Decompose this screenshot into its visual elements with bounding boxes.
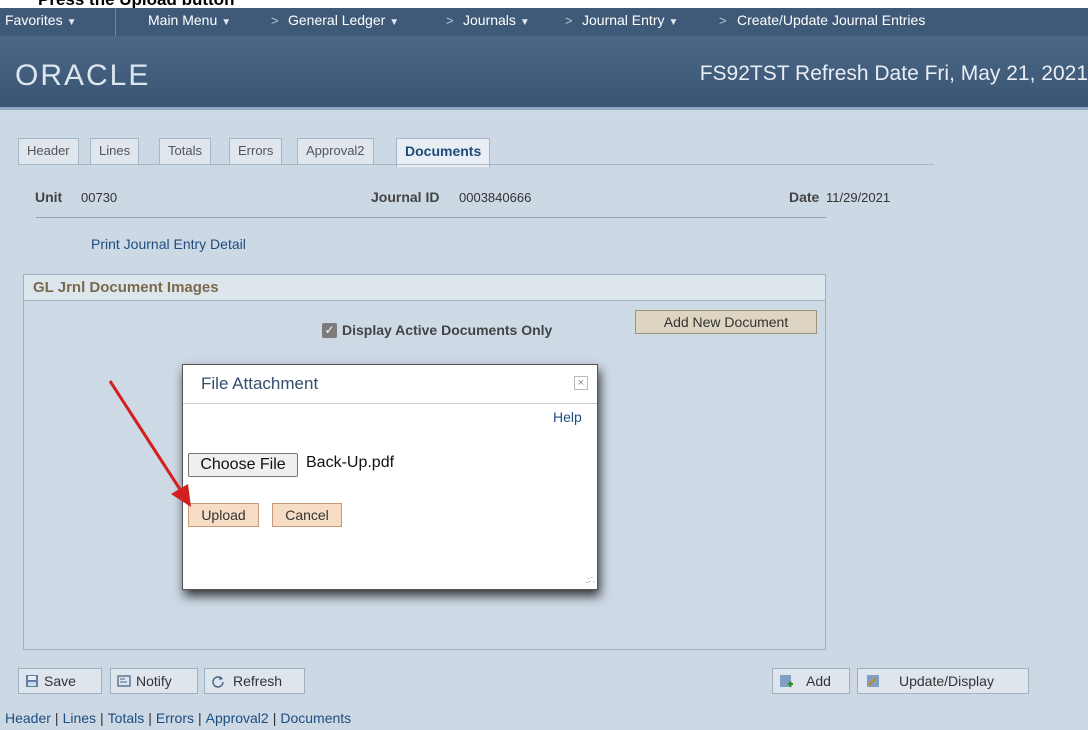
footer-link-errors[interactable]: Errors bbox=[156, 710, 194, 726]
update-display-button[interactable]: Update/Display bbox=[857, 668, 1029, 694]
footer-separator: | bbox=[100, 710, 104, 726]
add-icon bbox=[780, 675, 793, 687]
footer-link-totals[interactable]: Totals bbox=[108, 710, 145, 726]
favorites-menu[interactable]: Favorites ▼ bbox=[5, 12, 76, 28]
save-icon bbox=[26, 675, 38, 687]
checkbox-label: Display Active Documents Only bbox=[342, 322, 553, 338]
tab-header[interactable]: Header bbox=[18, 138, 79, 165]
add-new-document-button[interactable]: Add New Document bbox=[635, 310, 817, 334]
instruction-text: Press the Upload button bbox=[38, 0, 234, 8]
brand-header: ORACLE FS92TST Refresh Date Fri, May 21,… bbox=[0, 36, 1088, 110]
oracle-logo: ORACLE bbox=[15, 59, 151, 92]
journal-id-label: Journal ID bbox=[371, 189, 440, 205]
refresh-button[interactable]: Refresh bbox=[204, 668, 305, 694]
chevron-down-icon: ▼ bbox=[221, 17, 232, 28]
tab-documents[interactable]: Documents bbox=[396, 138, 491, 167]
chevron-down-icon: ▼ bbox=[519, 17, 530, 28]
unit-value: 00730 bbox=[81, 190, 118, 205]
header-divider bbox=[36, 217, 826, 218]
footer-separator: | bbox=[54, 710, 59, 726]
choose-file-button[interactable]: Choose File bbox=[188, 453, 298, 477]
date-value: 11/29/2021 bbox=[826, 190, 891, 205]
chevron-down-icon: ▼ bbox=[66, 17, 77, 28]
save-label: Save bbox=[44, 673, 76, 689]
help-link[interactable]: Help bbox=[553, 409, 582, 425]
close-icon[interactable]: × bbox=[574, 376, 588, 390]
breadcrumb-separator-icon: > bbox=[271, 13, 279, 28]
notify-label: Notify bbox=[136, 673, 172, 689]
dialog-divider bbox=[183, 403, 597, 404]
breadcrumb-journals[interactable]: Journals ▼ bbox=[463, 12, 530, 28]
tab-totals[interactable]: Totals bbox=[159, 138, 211, 165]
breadcrumb-separator-icon: > bbox=[446, 13, 454, 28]
cancel-button[interactable]: Cancel bbox=[272, 503, 342, 527]
footer-link-approval2[interactable]: Approval2 bbox=[206, 710, 269, 726]
footer-separator: | bbox=[148, 710, 152, 726]
breadcrumb-label: Create/Update Journal Entries bbox=[737, 12, 926, 28]
tab-approval2[interactable]: Approval2 bbox=[297, 138, 374, 165]
breadcrumb-separator-icon: > bbox=[719, 13, 727, 28]
journal-id-value: 0003840666 bbox=[459, 190, 532, 205]
nav-divider bbox=[115, 8, 116, 36]
main-menu[interactable]: Main Menu ▼ bbox=[148, 12, 231, 28]
refresh-icon bbox=[212, 676, 224, 688]
breadcrumb-general-ledger[interactable]: General Ledger ▼ bbox=[288, 12, 399, 28]
upload-button[interactable]: Upload bbox=[188, 503, 259, 527]
tab-errors[interactable]: Errors bbox=[229, 138, 283, 165]
breadcrumb-label: Journals bbox=[463, 12, 516, 28]
top-instruction-clip: Press the Upload button bbox=[0, 0, 1088, 8]
add-button[interactable]: Add bbox=[772, 668, 850, 694]
footer-tab-links: Header | Lines | Totals | Errors | Approval2 | Doc… bbox=[5, 710, 351, 726]
group-title: GL Jrnl Document Images bbox=[33, 279, 219, 296]
refresh-label: Refresh bbox=[233, 673, 283, 689]
chevron-down-icon: ▼ bbox=[389, 17, 400, 28]
footer-link-lines[interactable]: Lines bbox=[63, 710, 96, 726]
breadcrumb-label: General Ledger bbox=[288, 12, 386, 28]
notify-button[interactable]: Notify bbox=[110, 668, 198, 694]
save-button[interactable]: Save bbox=[18, 668, 102, 694]
update-display-icon bbox=[867, 675, 879, 687]
update-display-label: Update/Display bbox=[899, 673, 994, 689]
favorites-label: Favorites bbox=[5, 12, 63, 28]
breadcrumb-create-update[interactable]: Create/Update Journal Entries bbox=[737, 12, 925, 28]
date-label: Date bbox=[789, 189, 820, 205]
footer-separator: | bbox=[198, 710, 202, 726]
breadcrumb-label: Journal Entry bbox=[582, 12, 665, 28]
selected-file-name: Back-Up.pdf bbox=[306, 454, 395, 471]
resize-grip-icon[interactable]: .:∴ bbox=[585, 575, 595, 586]
tab-lines[interactable]: Lines bbox=[90, 138, 140, 165]
breadcrumb-separator-icon: > bbox=[565, 13, 573, 28]
nav-bar: Favorites ▼ Main Menu ▼ > General Ledger ▼ … bbox=[0, 8, 1088, 36]
environment-label: FS92TST Refresh Date Fri, May 21, 2021 bbox=[699, 62, 1088, 85]
notify-icon bbox=[117, 675, 131, 687]
add-label: Add bbox=[806, 673, 831, 689]
footer-link-header[interactable]: Header bbox=[5, 710, 51, 726]
dialog-title: File Attachment bbox=[201, 374, 319, 393]
breadcrumb-journal-entry[interactable]: Journal Entry ▼ bbox=[582, 12, 678, 28]
file-attachment-dialog: File Attachment × Help Choose File Back-… bbox=[182, 364, 598, 590]
group-header: GL Jrnl Document Images bbox=[24, 275, 825, 301]
unit-label: Unit bbox=[35, 189, 63, 205]
footer-link-documents[interactable]: Documents bbox=[280, 710, 351, 726]
main-menu-label: Main Menu bbox=[148, 12, 218, 28]
checkbox-checked-icon[interactable]: ✓ bbox=[322, 323, 337, 338]
chevron-down-icon: ▼ bbox=[668, 17, 679, 28]
print-journal-link[interactable]: Print Journal Entry Detail bbox=[91, 236, 246, 252]
footer-separator: | bbox=[272, 710, 277, 726]
tab-divider bbox=[18, 164, 934, 165]
